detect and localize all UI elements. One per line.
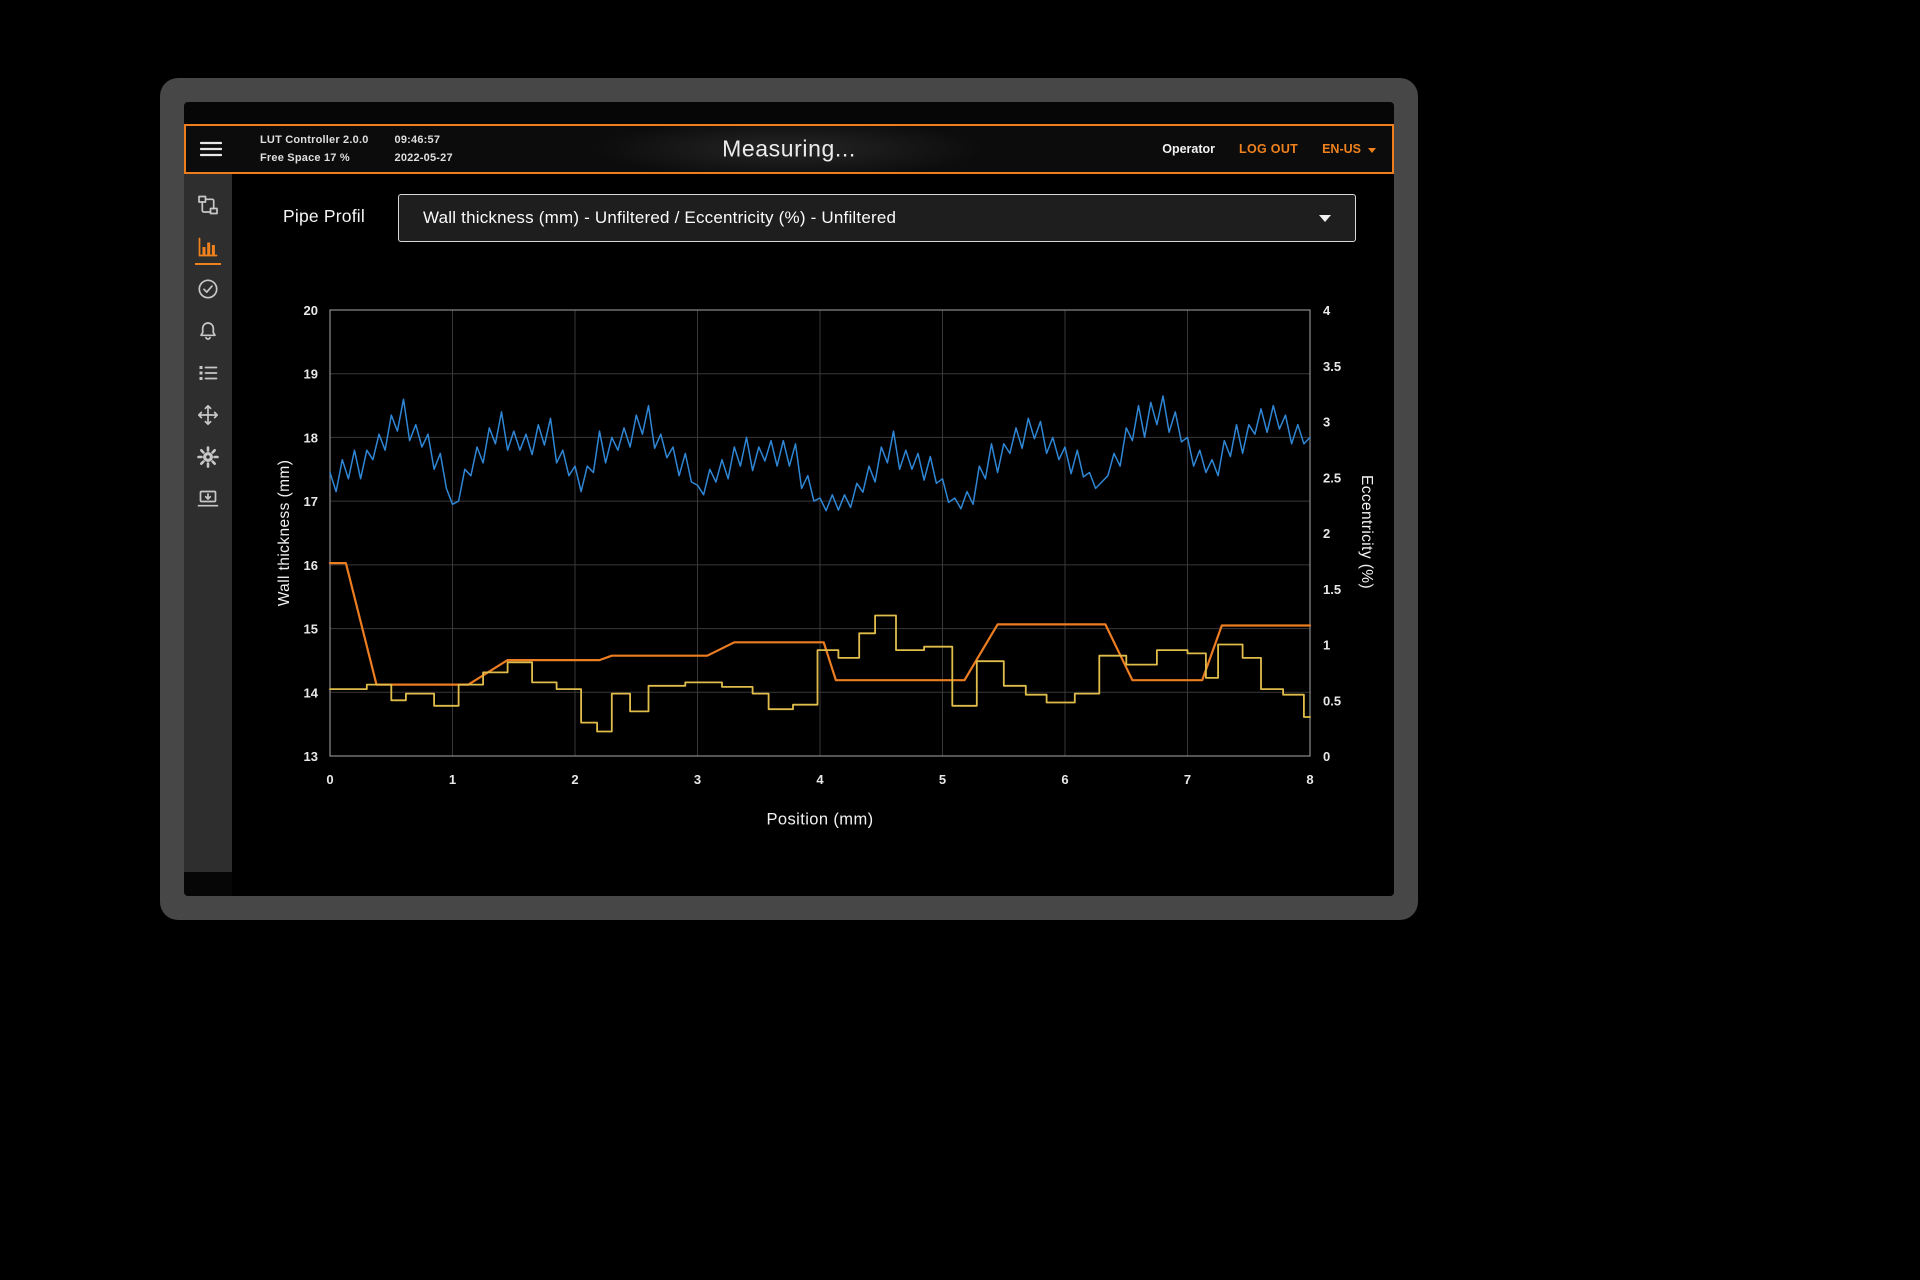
laptop-icon	[196, 487, 220, 511]
chart-icon	[196, 235, 220, 259]
svg-text:8: 8	[1306, 772, 1313, 787]
user-area: Operator LOG OUT EN-US	[1162, 142, 1376, 156]
screen: LUT Controller 2.0.0 Free Space 17 % 09:…	[184, 102, 1394, 896]
app-version: LUT Controller 2.0.0	[260, 134, 369, 146]
svg-text:4: 4	[1323, 303, 1331, 318]
svg-text:16: 16	[304, 558, 318, 573]
sidebar-item-export[interactable]	[184, 478, 232, 520]
svg-text:17: 17	[304, 494, 318, 509]
logout-button[interactable]: LOG OUT	[1239, 142, 1298, 156]
right-axis-title: Eccentricity (%)	[1357, 475, 1375, 589]
svg-text:0.5: 0.5	[1323, 693, 1341, 708]
date: 2022-05-27	[395, 152, 453, 164]
top-bar: LUT Controller 2.0.0 Free Space 17 % 09:…	[184, 124, 1394, 174]
svg-text:19: 19	[304, 367, 318, 382]
svg-text:1: 1	[1323, 638, 1330, 653]
sidebar-item-status[interactable]	[184, 268, 232, 310]
svg-text:13: 13	[304, 749, 318, 764]
language-selector[interactable]: EN-US	[1322, 142, 1376, 156]
sidebar-item-alarms[interactable]	[184, 310, 232, 352]
sidebar-item-flow[interactable]	[184, 184, 232, 226]
pipe-profile-label: Pipe Profil	[283, 206, 365, 227]
sidebar-item-log[interactable]	[184, 352, 232, 394]
left-axis-title: Wall thickness (mm)	[276, 460, 294, 607]
svg-text:18: 18	[304, 430, 318, 445]
svg-text:20: 20	[304, 303, 318, 318]
svg-text:4: 4	[816, 772, 824, 787]
sidebar-item-chart[interactable]	[184, 226, 232, 268]
chevron-down-icon	[1368, 148, 1376, 153]
chevron-down-icon	[1319, 215, 1331, 222]
profile-row: Pipe Profil Wall thickness (mm) - Unfilt…	[232, 194, 1394, 244]
svg-text:7: 7	[1184, 772, 1191, 787]
svg-text:2: 2	[571, 772, 578, 787]
svg-text:3.5: 3.5	[1323, 359, 1341, 374]
device-frame: LUT Controller 2.0.0 Free Space 17 % 09:…	[160, 78, 1418, 920]
sidebar-item-move[interactable]	[184, 394, 232, 436]
svg-text:5: 5	[939, 772, 946, 787]
sidebar	[184, 174, 232, 872]
svg-text:1: 1	[449, 772, 456, 787]
move-icon	[196, 403, 220, 427]
svg-text:6: 6	[1061, 772, 1068, 787]
gear-icon	[196, 445, 220, 469]
series-dropdown[interactable]: Wall thickness (mm) - Unfiltered / Eccen…	[398, 194, 1356, 242]
svg-text:1.5: 1.5	[1323, 582, 1341, 597]
svg-text:15: 15	[304, 622, 318, 637]
hamburger-icon	[200, 141, 222, 157]
check-circle-icon	[196, 277, 220, 301]
dropdown-value: Wall thickness (mm) - Unfiltered / Eccen…	[423, 208, 896, 228]
svg-text:14: 14	[304, 685, 319, 700]
svg-text:0: 0	[1323, 749, 1330, 764]
main-panel: Pipe Profil Wall thickness (mm) - Unfilt…	[232, 174, 1394, 896]
svg-text:2: 2	[1323, 526, 1330, 541]
menu-button[interactable]	[200, 141, 222, 157]
chart-area: 13 14 15 16 17 18 19 20 0 0.5 1 1.5 2 2.5 3 3.5 4 0 1 2 3 4 5 6…	[272, 294, 1394, 874]
user-role: Operator	[1162, 142, 1215, 156]
status-title: Measuring...	[722, 136, 856, 163]
x-axis-title: Position (mm)	[767, 811, 874, 830]
profile-chart: 13 14 15 16 17 18 19 20 0 0.5 1 1.5 2 2.5 3 3.5 4 0 1 2 3 4 5 6…	[272, 294, 1394, 854]
sidebar-item-settings[interactable]	[184, 436, 232, 478]
list-icon	[196, 361, 220, 385]
svg-text:3: 3	[694, 772, 701, 787]
free-space: Free Space 17 %	[260, 152, 369, 164]
clock: 09:46:57	[395, 134, 453, 146]
flow-icon	[196, 193, 220, 217]
language-label: EN-US	[1322, 142, 1361, 156]
system-info: LUT Controller 2.0.0 Free Space 17 % 09:…	[260, 134, 453, 164]
svg-text:3: 3	[1323, 415, 1330, 430]
svg-text:0: 0	[326, 772, 333, 787]
bell-icon	[196, 319, 220, 343]
svg-text:2.5: 2.5	[1323, 470, 1341, 485]
